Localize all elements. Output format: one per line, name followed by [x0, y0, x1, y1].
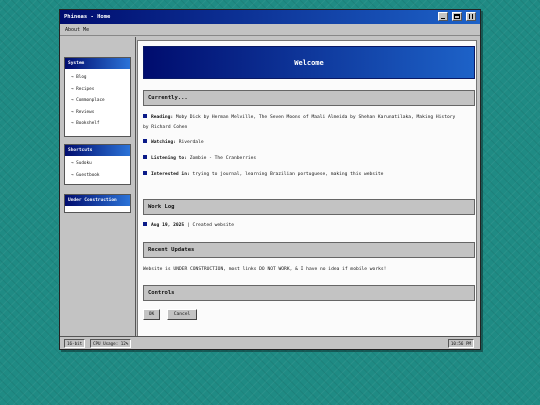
close-button[interactable]	[466, 12, 476, 21]
minimize-button[interactable]	[438, 12, 448, 21]
sidebar-item-reviews[interactable]: → Reviews	[65, 107, 130, 119]
watching-value: Riverdale	[178, 140, 204, 145]
recent-updates-heading: Recent Updates	[143, 242, 475, 258]
status-bar: 16-bit CPU Usage: 12% 10:56 PM	[60, 336, 480, 349]
bullet-icon	[143, 113, 147, 118]
menu-bar: About Me	[60, 24, 480, 36]
cpu-usage-indicator: CPU Usage: 12%	[90, 339, 132, 348]
window-title: Phineas - Home	[64, 14, 111, 20]
work-log-entry: Aug 19, 2025 | Created website	[143, 221, 463, 231]
close-icon	[469, 14, 473, 19]
bullet-icon	[143, 170, 147, 175]
sidebar-item-sudoku[interactable]: → Sudoku	[65, 158, 130, 170]
bullet-icon	[143, 221, 147, 226]
sidebar-item-bookshelf[interactable]: → Bookshelf	[65, 118, 130, 130]
content-area: Welcome Currently... Reading: Moby Dick …	[137, 40, 477, 340]
system-panel: System → Blog → Recipes → Commonplace → …	[64, 57, 131, 137]
listening-row: Listening to: Zombie - The Cranberries	[143, 154, 463, 164]
watching-row: Watching: Riverdale	[143, 138, 463, 148]
reading-row: Reading: Moby Dick by Herman Melville, T…	[143, 113, 463, 133]
welcome-banner: Welcome	[143, 46, 475, 79]
watching-label: Watching:	[151, 140, 176, 145]
bullet-icon	[143, 154, 147, 159]
shortcuts-panel: Shortcuts → Sudoku → Guestbook	[64, 144, 131, 185]
listening-value: Zombie - The Cranberries	[189, 156, 257, 161]
work-log-heading: Work Log	[143, 199, 475, 215]
ok-button[interactable]: OK	[143, 309, 160, 320]
color-depth-indicator: 16-bit	[64, 339, 86, 348]
under-construction-panel-title: Under Construction	[65, 195, 130, 206]
controls-heading: Controls	[143, 285, 475, 301]
reading-value: Moby Dick by Herman Melville, The Seven …	[143, 115, 456, 130]
main-window: Phineas - Home About Me System → Blog → …	[59, 9, 481, 350]
title-bar[interactable]: Phineas - Home	[60, 10, 480, 24]
work-log-text: | Created website	[186, 223, 235, 228]
under-construction-panel: Under Construction	[64, 194, 131, 213]
currently-heading: Currently...	[143, 90, 475, 106]
work-log-date: Aug 19, 2025	[151, 223, 185, 228]
minimize-icon	[441, 18, 445, 19]
shortcuts-panel-title: Shortcuts	[65, 145, 130, 156]
sidebar-item-guestbook[interactable]: → Guestbook	[65, 170, 130, 182]
menu-item-about-me[interactable]: About Me	[65, 27, 89, 33]
interested-label: Interested in:	[151, 172, 190, 177]
reading-label: Reading:	[151, 115, 174, 120]
sidebar: System → Blog → Recipes → Commonplace → …	[60, 37, 136, 341]
maximize-button[interactable]	[452, 12, 462, 21]
sidebar-item-blog[interactable]: → Blog	[65, 72, 130, 84]
interested-value: trying to journal, learning Brazilian po…	[192, 172, 384, 177]
clock: 10:56 PM	[447, 339, 474, 348]
listening-label: Listening to:	[151, 156, 187, 161]
sidebar-item-recipes[interactable]: → Recipes	[65, 84, 130, 96]
window-controls	[438, 12, 476, 21]
interested-row: Interested in: trying to journal, learni…	[143, 170, 463, 180]
bullet-icon	[143, 138, 147, 143]
recent-updates-text: Website is UNDER CONSTRUCTION, most link…	[143, 267, 387, 272]
system-panel-title: System	[65, 58, 130, 69]
cancel-button[interactable]: Cancel	[167, 309, 197, 320]
maximize-icon	[454, 14, 460, 19]
sidebar-item-commonplace[interactable]: → Commonplace	[65, 95, 130, 107]
